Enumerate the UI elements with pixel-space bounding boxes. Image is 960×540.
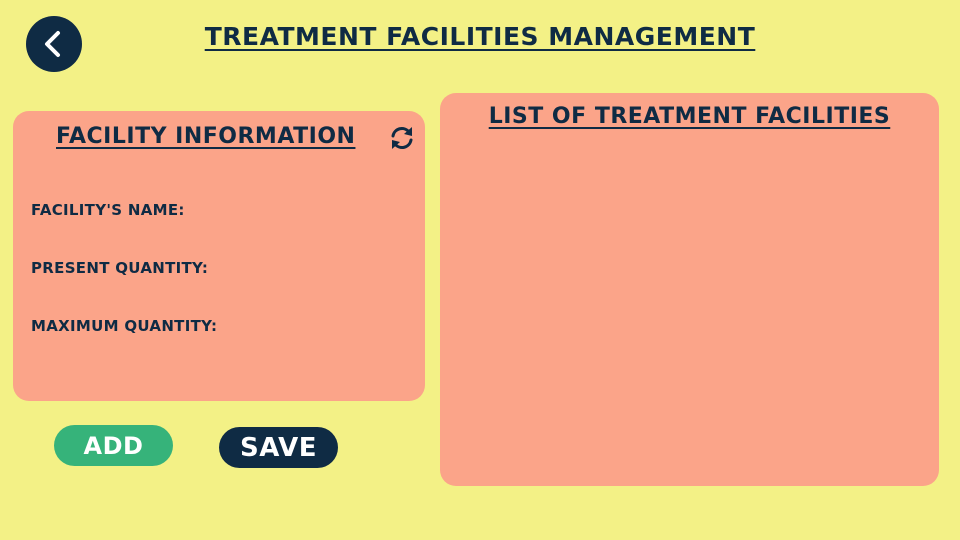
chevron-left-icon	[45, 31, 60, 57]
treatment-facilities-list-panel: LIST OF TREATMENT FACILITIES	[440, 93, 939, 486]
list-title: LIST OF TREATMENT FACILITIES	[488, 104, 891, 129]
save-button[interactable]: SAVE	[219, 427, 338, 468]
facility-information-title: FACILITY INFORMATION	[56, 124, 356, 149]
back-button[interactable]	[26, 16, 82, 72]
refresh-icon[interactable]	[388, 124, 416, 152]
present-quantity-label: PRESENT QUANTITY:	[31, 259, 209, 277]
page-title: TREATMENT FACILITIES MANAGEMENT	[204, 22, 756, 51]
add-button[interactable]: ADD	[54, 425, 173, 466]
maximum-quantity-label: MAXIMUM QUANTITY:	[31, 317, 218, 335]
facility-name-label: FACILITY'S NAME:	[31, 201, 185, 219]
facility-information-panel: FACILITY INFORMATION FACILITY'S NAME: PR…	[13, 111, 425, 401]
